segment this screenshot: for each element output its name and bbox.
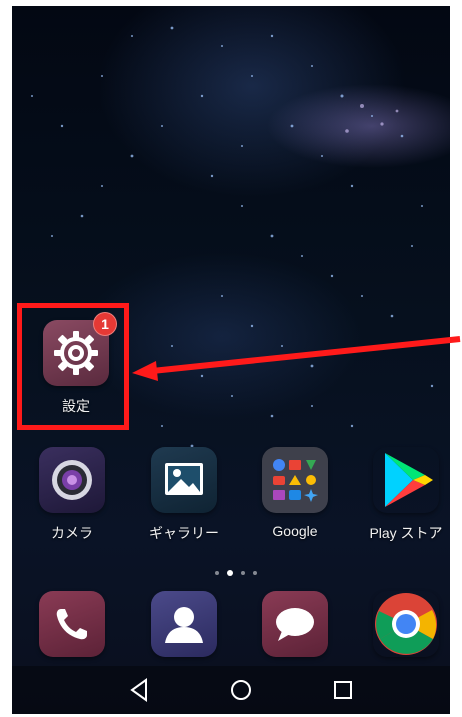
dock-contacts[interactable] — [132, 591, 236, 657]
chrome-icon — [373, 591, 439, 657]
page-dot — [253, 571, 257, 575]
app-gallery[interactable]: ギャラリー — [132, 447, 236, 543]
play-store-icon — [373, 447, 439, 513]
camera-icon — [39, 447, 105, 513]
page-dot — [215, 571, 219, 575]
app-google-label: Google — [272, 523, 318, 539]
google-folder-icon — [262, 447, 328, 513]
contacts-icon — [151, 591, 217, 657]
app-camera[interactable]: カメラ — [20, 447, 124, 543]
dock-phone[interactable] — [20, 591, 124, 657]
dock-messages[interactable] — [243, 591, 347, 657]
app-camera-label: カメラ — [51, 525, 93, 541]
phone-icon — [39, 591, 105, 657]
annotation-highlight-box — [17, 303, 129, 430]
back-icon[interactable] — [124, 676, 154, 704]
gallery-icon — [151, 447, 217, 513]
navigation-bar — [12, 666, 450, 714]
app-play-store[interactable]: Play ストア — [354, 447, 450, 543]
annotation-arrow — [132, 336, 461, 381]
page-dot — [241, 571, 245, 575]
app-google-folder[interactable]: Google — [243, 447, 347, 539]
app-play-store-label: Play ストア — [369, 525, 443, 541]
page-dot-active — [227, 570, 233, 576]
home-icon[interactable] — [226, 676, 256, 704]
page-indicator — [215, 570, 257, 576]
recents-icon[interactable] — [328, 676, 358, 704]
app-gallery-label: ギャラリー — [149, 525, 219, 541]
dock-chrome[interactable] — [354, 591, 450, 657]
message-icon — [262, 591, 328, 657]
